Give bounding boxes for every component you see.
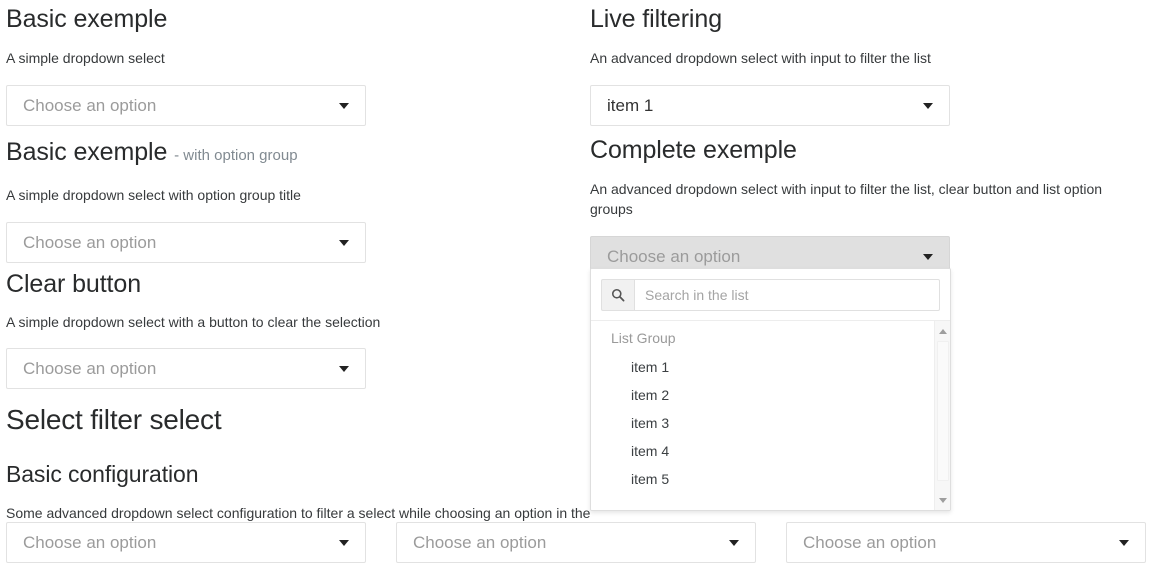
select-basic-exemple-value: Choose an option xyxy=(23,95,157,115)
select-filter-second[interactable]: Choose an option xyxy=(396,522,756,563)
chevron-down-icon xyxy=(339,102,349,109)
section-description-basic-exemple-group: A simple dropdown select with option gro… xyxy=(6,187,301,203)
section-basic-exemple: Basic exemple A simple dropdown select C… xyxy=(6,4,572,126)
option-group-label: List Group xyxy=(611,330,676,346)
section-title-complete-exemple: Complete exemple xyxy=(590,136,797,164)
section-complete-exemple: Complete exemple An advanced dropdown se… xyxy=(590,135,1152,277)
triangle-down-icon xyxy=(939,497,947,503)
section-title-text: Basic exemple xyxy=(6,138,168,166)
page-root: Basic exemple A simple dropdown select C… xyxy=(0,0,1152,572)
select-complete-exemple-value: Choose an option xyxy=(607,246,741,266)
section-title-live-filtering: Live filtering xyxy=(590,5,722,33)
select-basic-exemple-option-group-value: Choose an option xyxy=(23,232,157,252)
select-basic-exemple-option-group[interactable]: Choose an option xyxy=(6,222,366,263)
list-item[interactable]: item 4 xyxy=(591,437,950,465)
section-description-basic-configuration: Some advanced dropdown select configurat… xyxy=(6,505,591,521)
dropdown-search-row xyxy=(591,269,950,320)
chevron-down-icon xyxy=(339,239,349,246)
section-title-clear-button: Clear button xyxy=(6,269,572,299)
chevron-down-icon xyxy=(339,365,349,372)
section-select-filter-select: Select filter select Basic configuration… xyxy=(6,403,590,523)
chevron-down-icon xyxy=(339,539,349,546)
dropdown-option-list: List Group item 1 item 2 item 3 item 4 i… xyxy=(591,320,950,510)
section-description-complete-exemple: An advanced dropdown select with input t… xyxy=(590,181,1103,217)
search-icon xyxy=(601,279,634,311)
section-title-text: Clear button xyxy=(6,270,141,298)
section-title-basic-exemple-group: Basic exemple - with option group xyxy=(6,137,572,171)
select-basic-exemple[interactable]: Choose an option xyxy=(6,85,366,126)
search-input[interactable] xyxy=(634,279,940,311)
page-heading-select-filter-select: Select filter select xyxy=(6,404,222,435)
dropdown-scrollbar[interactable] xyxy=(934,321,950,510)
triangle-up-icon xyxy=(939,328,947,334)
select-clear-button-value: Choose an option xyxy=(23,358,157,378)
scroll-down-button[interactable] xyxy=(935,492,950,508)
select-filter-third-value: Choose an option xyxy=(803,532,937,552)
dropdown-panel: List Group item 1 item 2 item 3 item 4 i… xyxy=(590,268,951,511)
section-description-basic-exemple: A simple dropdown select xyxy=(6,50,165,66)
select-clear-button[interactable]: Choose an option xyxy=(6,348,366,389)
section-clear-button: Clear button A simple dropdown select wi… xyxy=(6,269,572,389)
section-title-basic-exemple: Basic exemple xyxy=(6,4,572,34)
list-item[interactable]: item 1 xyxy=(591,353,950,381)
section-basic-exemple-option-group: Basic exemple - with option group A simp… xyxy=(6,137,572,263)
chevron-down-icon xyxy=(729,539,739,546)
section-description-clear-button: A simple dropdown select with a button t… xyxy=(6,314,381,330)
section-live-filtering: Live filtering An advanced dropdown sele… xyxy=(590,4,1152,126)
section-description-live-filtering: An advanced dropdown select with input t… xyxy=(590,50,931,66)
select-filter-first-value: Choose an option xyxy=(23,532,157,552)
list-item[interactable]: item 3 xyxy=(591,409,950,437)
scrollbar-thumb[interactable] xyxy=(937,341,949,481)
chevron-down-icon xyxy=(923,253,933,260)
subheading-basic-configuration: Basic configuration xyxy=(6,461,199,487)
filter-select-row: Choose an option Choose an option Choose… xyxy=(0,522,1152,572)
chevron-down-icon xyxy=(1119,539,1129,546)
select-filter-first[interactable]: Choose an option xyxy=(6,522,366,563)
section-subtitle-text: - with option group xyxy=(174,147,298,164)
section-title-text: Basic exemple xyxy=(6,5,168,33)
select-live-filtering-value: item 1 xyxy=(607,95,654,115)
list-item[interactable]: item 2 xyxy=(591,381,950,409)
select-live-filtering[interactable]: item 1 xyxy=(590,85,950,126)
chevron-down-icon xyxy=(923,102,933,109)
scroll-up-button[interactable] xyxy=(935,323,950,339)
select-filter-second-value: Choose an option xyxy=(413,532,547,552)
list-item[interactable]: item 5 xyxy=(591,465,950,493)
select-filter-third[interactable]: Choose an option xyxy=(786,522,1146,563)
